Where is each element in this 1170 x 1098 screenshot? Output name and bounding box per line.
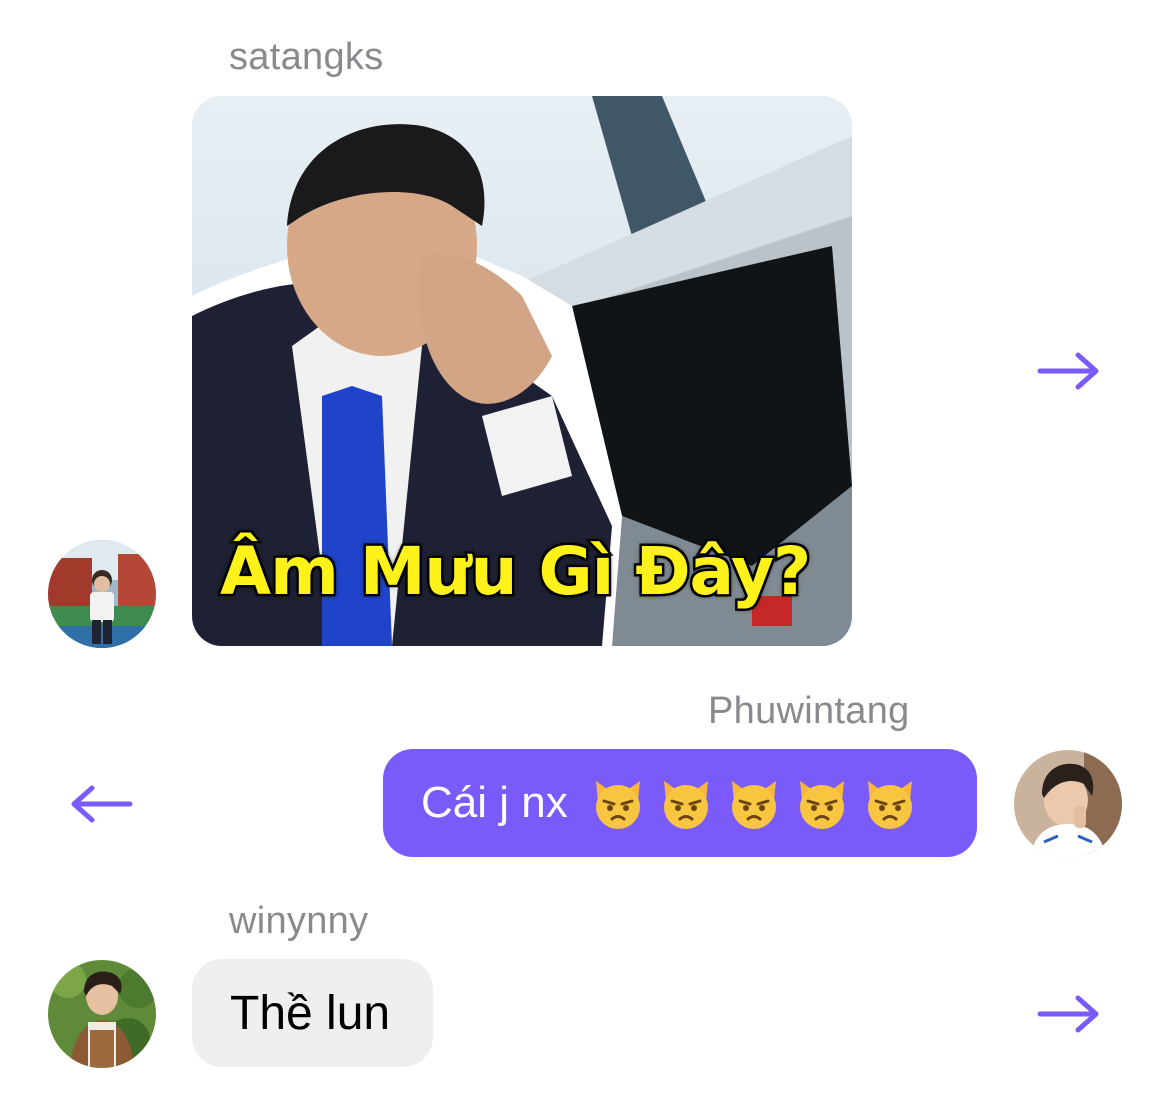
avatar-satangks[interactable]	[48, 540, 156, 648]
pouting-cat-emoji	[658, 775, 714, 831]
avatar-image	[1014, 750, 1122, 858]
image-caption: Âm Mưu Gì Đây?	[218, 531, 814, 613]
pouting-cat-emoji	[726, 775, 782, 831]
back-arrow-button[interactable]	[68, 784, 134, 824]
avatar-image	[48, 960, 156, 1068]
pouting-cat-emoji	[590, 775, 646, 831]
sender-name: Phuwintang	[708, 690, 910, 732]
sender-name: satangks	[229, 36, 384, 78]
emoji-row	[590, 775, 918, 831]
avatar-image	[48, 540, 156, 648]
avatar-winynny[interactable]	[48, 960, 156, 1068]
avatar-phuwintang[interactable]	[1014, 750, 1122, 858]
message-text: Cái j nx	[421, 778, 568, 827]
incoming-message-bubble[interactable]: Thề lun	[192, 959, 433, 1067]
sender-name: winynny	[229, 900, 369, 942]
outgoing-message-bubble[interactable]: Cái j nx	[383, 749, 977, 857]
forward-arrow-button[interactable]	[1036, 351, 1102, 391]
message-text: Thề lun	[230, 986, 391, 1040]
forward-arrow-button[interactable]	[1036, 994, 1102, 1034]
chat-thread: satangks Âm Mưu Gì Đây? Phuwintang Cái j…	[0, 0, 1170, 1098]
pouting-cat-emoji	[862, 775, 918, 831]
pouting-cat-emoji	[794, 775, 850, 831]
image-message[interactable]: Âm Mưu Gì Đây?	[192, 96, 852, 646]
arrow-right-icon	[1037, 352, 1099, 390]
arrow-left-icon	[71, 785, 133, 823]
arrow-right-icon	[1037, 995, 1099, 1033]
